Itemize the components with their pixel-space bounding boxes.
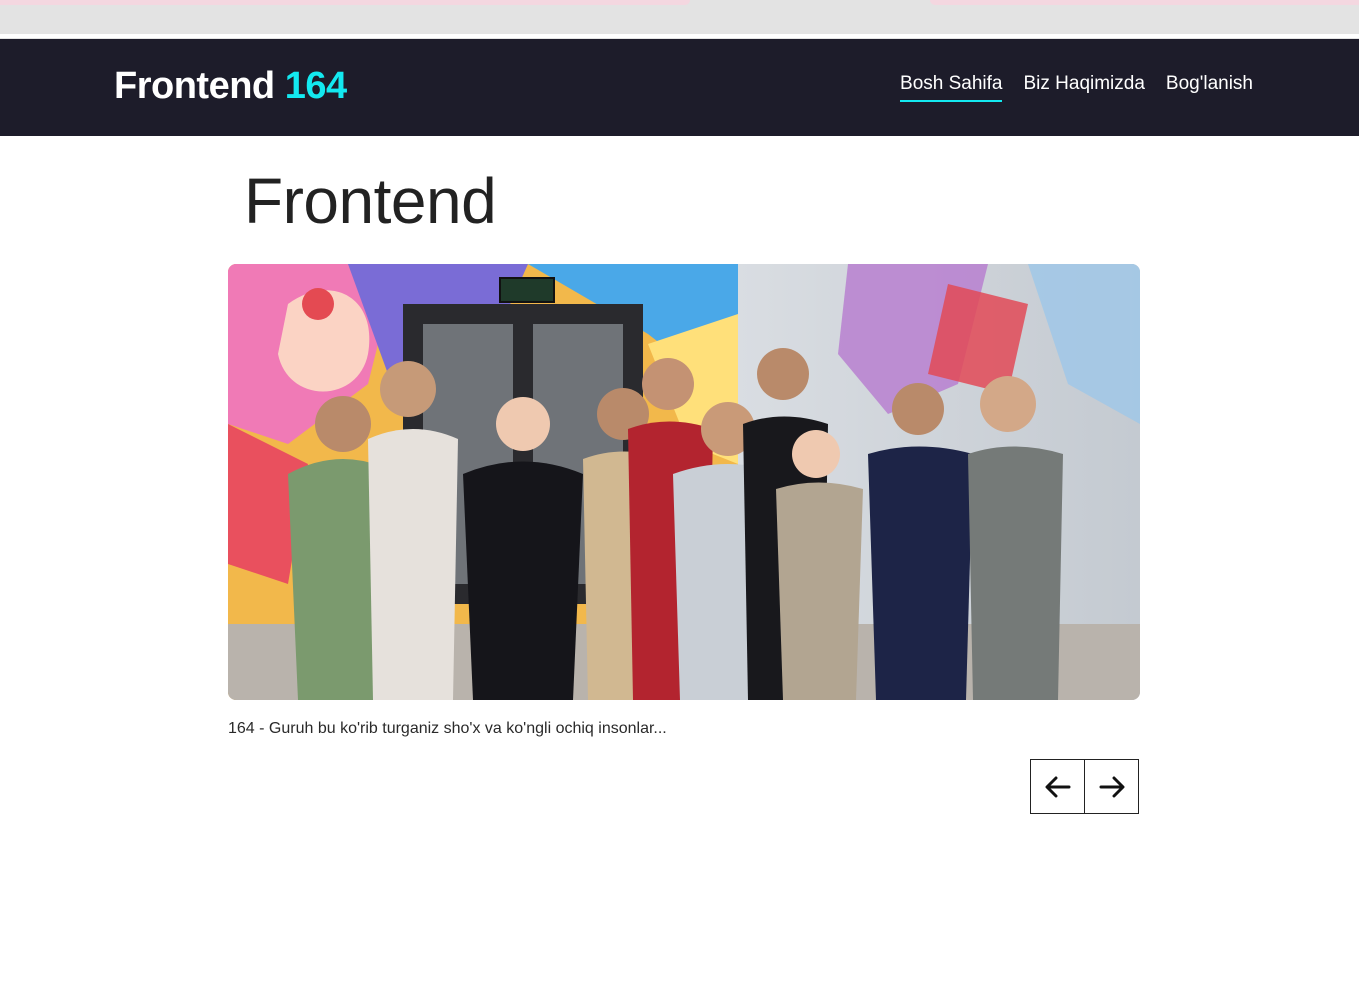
- nav-link-home[interactable]: Bosh Sahifa: [900, 73, 1003, 102]
- slide-caption: 164 - Guruh bu ko'rib turganiz sho'x va …: [228, 720, 667, 737]
- nav-link-contact[interactable]: Bog'lanish: [1166, 73, 1253, 102]
- divider: [0, 34, 1359, 38]
- brand-main: Frontend: [114, 65, 275, 107]
- navbar: Frontend 164 Bosh Sahifa Biz Haqimizda B…: [0, 39, 1359, 136]
- prev-slide-button[interactable]: [1030, 759, 1085, 814]
- nav-link-about[interactable]: Biz Haqimizda: [1023, 73, 1144, 102]
- slider-image: [228, 264, 1140, 700]
- brand-accent: 164: [284, 65, 347, 107]
- next-slide-button[interactable]: [1084, 759, 1139, 814]
- browser-top-strip: [0, 0, 1359, 40]
- brand-logo[interactable]: Frontend 164: [114, 65, 347, 108]
- page-title: Frontend: [244, 165, 497, 237]
- nav-menu: Bosh Sahifa Biz Haqimizda Bog'lanish: [900, 73, 1253, 102]
- slider-controls: [1030, 759, 1139, 814]
- browser-tab-right: [930, 0, 1359, 5]
- arrow-right-icon: [1099, 776, 1124, 797]
- browser-tab-left: [0, 0, 690, 5]
- arrow-left-icon: [1045, 776, 1070, 797]
- group-photo-illustration: [228, 264, 1140, 700]
